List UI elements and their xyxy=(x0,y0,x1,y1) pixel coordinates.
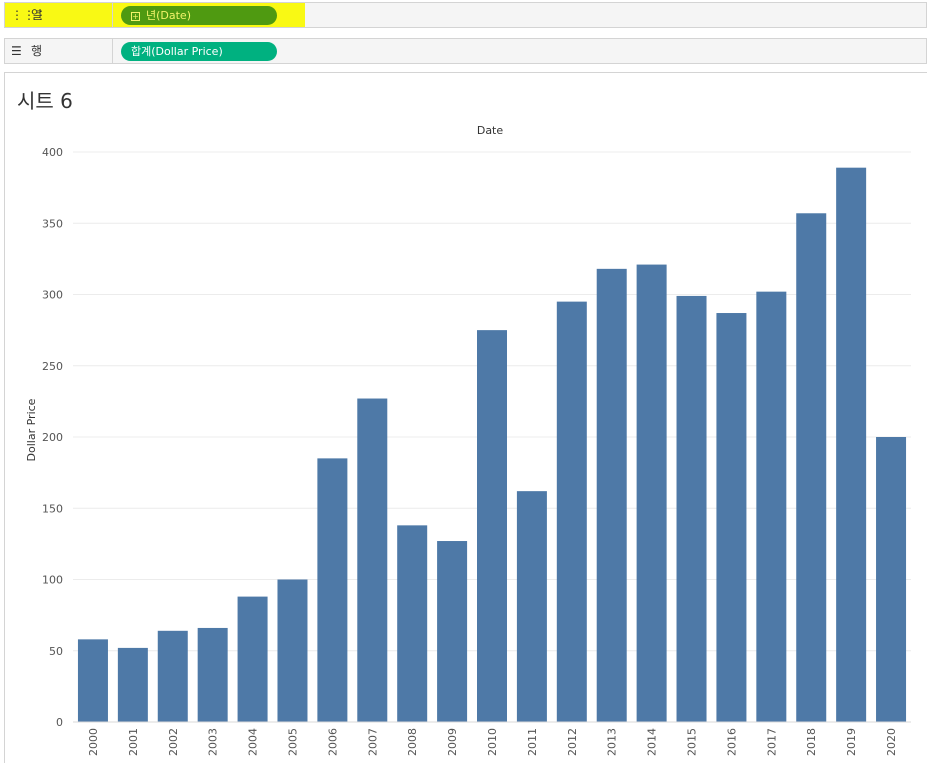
bar-2004 xyxy=(237,596,268,722)
y-tick-label: 100 xyxy=(42,574,63,587)
columns-shelf-label: ⋮⋮⋮ 열 xyxy=(5,3,113,27)
x-tick-label: 2008 xyxy=(406,728,419,756)
bar-2006 xyxy=(317,458,348,722)
rows-shelf-label: ☰ 행 xyxy=(5,39,113,63)
bar-2010 xyxy=(477,330,507,722)
rows-shelf[interactable]: ☰ 행 합계(Dollar Price) xyxy=(4,38,927,64)
bar-2014 xyxy=(636,264,667,722)
columns-shelf[interactable]: ⋮⋮⋮ 열 + 년(Date) xyxy=(4,2,927,28)
bar-2009 xyxy=(437,541,468,722)
y-tick-label: 200 xyxy=(42,431,63,444)
x-tick-label: 2017 xyxy=(765,728,778,756)
x-tick-label: 2009 xyxy=(446,728,459,756)
y-axis-label: Dollar Price xyxy=(25,398,38,461)
x-tick-label: 2010 xyxy=(486,728,499,756)
bar-2018 xyxy=(796,213,827,722)
bar-2003 xyxy=(197,627,228,722)
x-tick-label: 2006 xyxy=(326,728,339,756)
x-tick-label: 2007 xyxy=(366,728,379,756)
bar-2000 xyxy=(77,639,108,722)
bar-2012 xyxy=(556,301,587,722)
date-year-pill-label: 년(Date) xyxy=(146,9,191,22)
rows-shelf-icon: ☰ xyxy=(11,44,22,58)
bar-2017 xyxy=(756,291,787,722)
bar-2011 xyxy=(516,491,547,722)
bar-chart: 0 50 100 150 200 250 300 350 400 Date Dollar Price… xyxy=(25,124,911,756)
x-tick-label: 2014 xyxy=(646,728,659,756)
bar-2016 xyxy=(716,313,747,722)
bar-2015 xyxy=(676,295,707,722)
worksheet: 시트 6 0 50 100 150 200 250 300 350 400 Date Dollar … xyxy=(4,72,927,763)
date-year-pill[interactable]: + 년(Date) xyxy=(121,6,277,25)
x-tick-label: 2002 xyxy=(167,728,180,756)
y-tick-label: 400 xyxy=(42,146,63,159)
bar-2005 xyxy=(277,579,308,722)
x-tick-label: 2013 xyxy=(606,728,619,756)
x-tick-label: 2011 xyxy=(526,728,539,756)
y-tick-label: 50 xyxy=(49,645,63,658)
expand-plus-icon[interactable]: + xyxy=(131,11,140,21)
x-tick-label: 2019 xyxy=(845,728,858,756)
x-tick-label: 2005 xyxy=(286,728,299,756)
y-tick-label: 0 xyxy=(56,716,63,729)
x-tick-label: 2012 xyxy=(566,728,579,756)
bar-2008 xyxy=(397,525,428,722)
x-tick-label: 2015 xyxy=(686,728,699,756)
bar-2001 xyxy=(117,647,148,722)
columns-label: 열 xyxy=(31,8,43,22)
sum-dollar-price-pill-label: 합계(Dollar Price) xyxy=(131,45,223,58)
y-tick-label: 150 xyxy=(42,502,63,515)
bar-2007 xyxy=(357,398,388,722)
y-tick-label: 350 xyxy=(42,217,63,230)
sum-dollar-price-pill[interactable]: 합계(Dollar Price) xyxy=(121,42,277,61)
x-axis-title: Date xyxy=(477,124,504,137)
bar-2002 xyxy=(157,630,188,722)
x-tick-label: 2016 xyxy=(725,728,738,756)
x-tick-label: 2020 xyxy=(885,728,898,756)
bar-2013 xyxy=(596,268,627,722)
y-tick-label: 300 xyxy=(42,289,63,302)
x-tick-label: 2000 xyxy=(87,728,100,756)
x-tick-label: 2001 xyxy=(127,728,140,756)
x-tick-label: 2003 xyxy=(207,728,220,756)
rows-label: 행 xyxy=(31,44,43,58)
y-tick-label: 250 xyxy=(42,360,63,373)
bar-2020 xyxy=(876,437,907,722)
x-tick-label: 2004 xyxy=(247,728,260,756)
x-tick-label: 2018 xyxy=(805,728,818,756)
bar-2019 xyxy=(836,167,867,723)
